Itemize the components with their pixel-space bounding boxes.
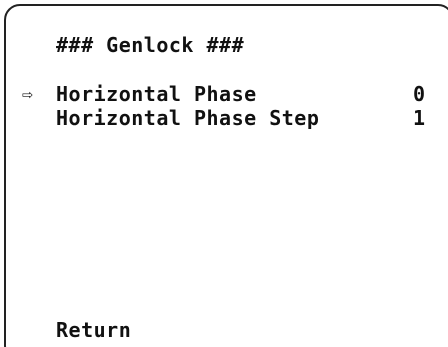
cursor-arrow-icon: ⇨ <box>22 84 34 105</box>
horizontal-phase-value: 0 <box>413 82 426 106</box>
menu-item-horizontal-phase[interactable]: Horizontal Phase <box>56 83 257 105</box>
horizontal-phase-step-value: 1 <box>413 106 426 130</box>
return-item[interactable]: Return <box>56 319 131 341</box>
menu-title: ### Genlock ### <box>56 33 245 57</box>
menu-item-horizontal-phase-step[interactable]: Horizontal Phase Step <box>56 107 319 129</box>
